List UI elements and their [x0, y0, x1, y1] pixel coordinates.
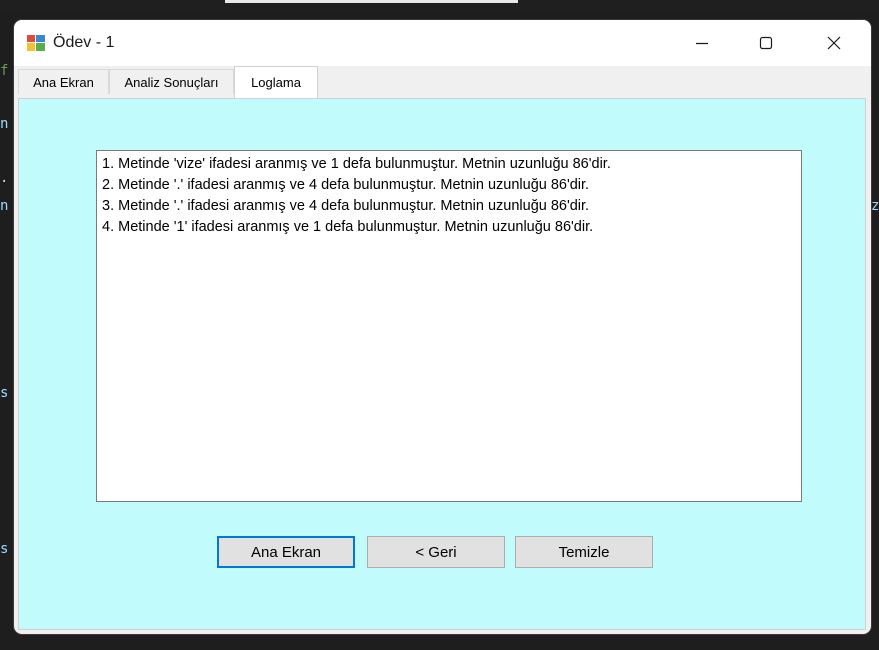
loglama-tab-panel: 1. Metinde 'vize' ifadesi aranmış ve 1 d…: [18, 98, 866, 630]
ana-ekran-button[interactable]: Ana Ekran: [217, 536, 355, 568]
tab-analiz-sonuclari[interactable]: Analiz Sonuçları: [109, 69, 234, 94]
background-code-fragment: n: [0, 198, 9, 214]
tab-loglama[interactable]: Loglama: [234, 66, 318, 98]
back-button[interactable]: < Geri: [367, 536, 505, 568]
log-listbox[interactable]: 1. Metinde 'vize' ifadesi aranmış ve 1 d…: [96, 150, 802, 502]
title-bar[interactable]: Ödev - 1: [14, 20, 871, 66]
background-code-fragment: .: [0, 170, 9, 186]
background-white-bar: [225, 0, 518, 3]
maximize-icon: [759, 36, 773, 50]
list-item[interactable]: 2. Metinde '.' ifadesi aranmış ve 4 defa…: [102, 175, 801, 196]
list-item[interactable]: 4. Metinde '1' ifadesi aranmış ve 1 defa…: [102, 217, 801, 238]
app-icon: [27, 35, 45, 51]
list-item[interactable]: 1. Metinde 'vize' ifadesi aranmış ve 1 d…: [102, 154, 801, 175]
maximize-button[interactable]: [742, 20, 790, 66]
list-item[interactable]: 3. Metinde '.' ifadesi aranmış ve 4 defa…: [102, 196, 801, 217]
minimize-button[interactable]: [678, 20, 726, 66]
tab-strip: Ana Ekran Analiz Sonuçları Loglama: [14, 66, 871, 98]
background-code-fragment: s: [0, 385, 9, 401]
background-code-fragment: z: [871, 198, 879, 214]
minimize-icon: [696, 42, 708, 45]
temizle-button[interactable]: Temizle: [515, 536, 653, 568]
close-button[interactable]: [810, 20, 858, 66]
background-code-fragment: s: [0, 541, 9, 557]
background-code-fragment: f: [0, 63, 9, 79]
app-window: Ödev - 1 Ana Ekran Analiz Sonuçları Logl…: [14, 20, 871, 634]
background-code-fragment: n: [0, 116, 9, 132]
window-title: Ödev - 1: [53, 34, 115, 51]
close-icon: [827, 36, 841, 50]
tab-ana-ekran[interactable]: Ana Ekran: [18, 69, 109, 94]
